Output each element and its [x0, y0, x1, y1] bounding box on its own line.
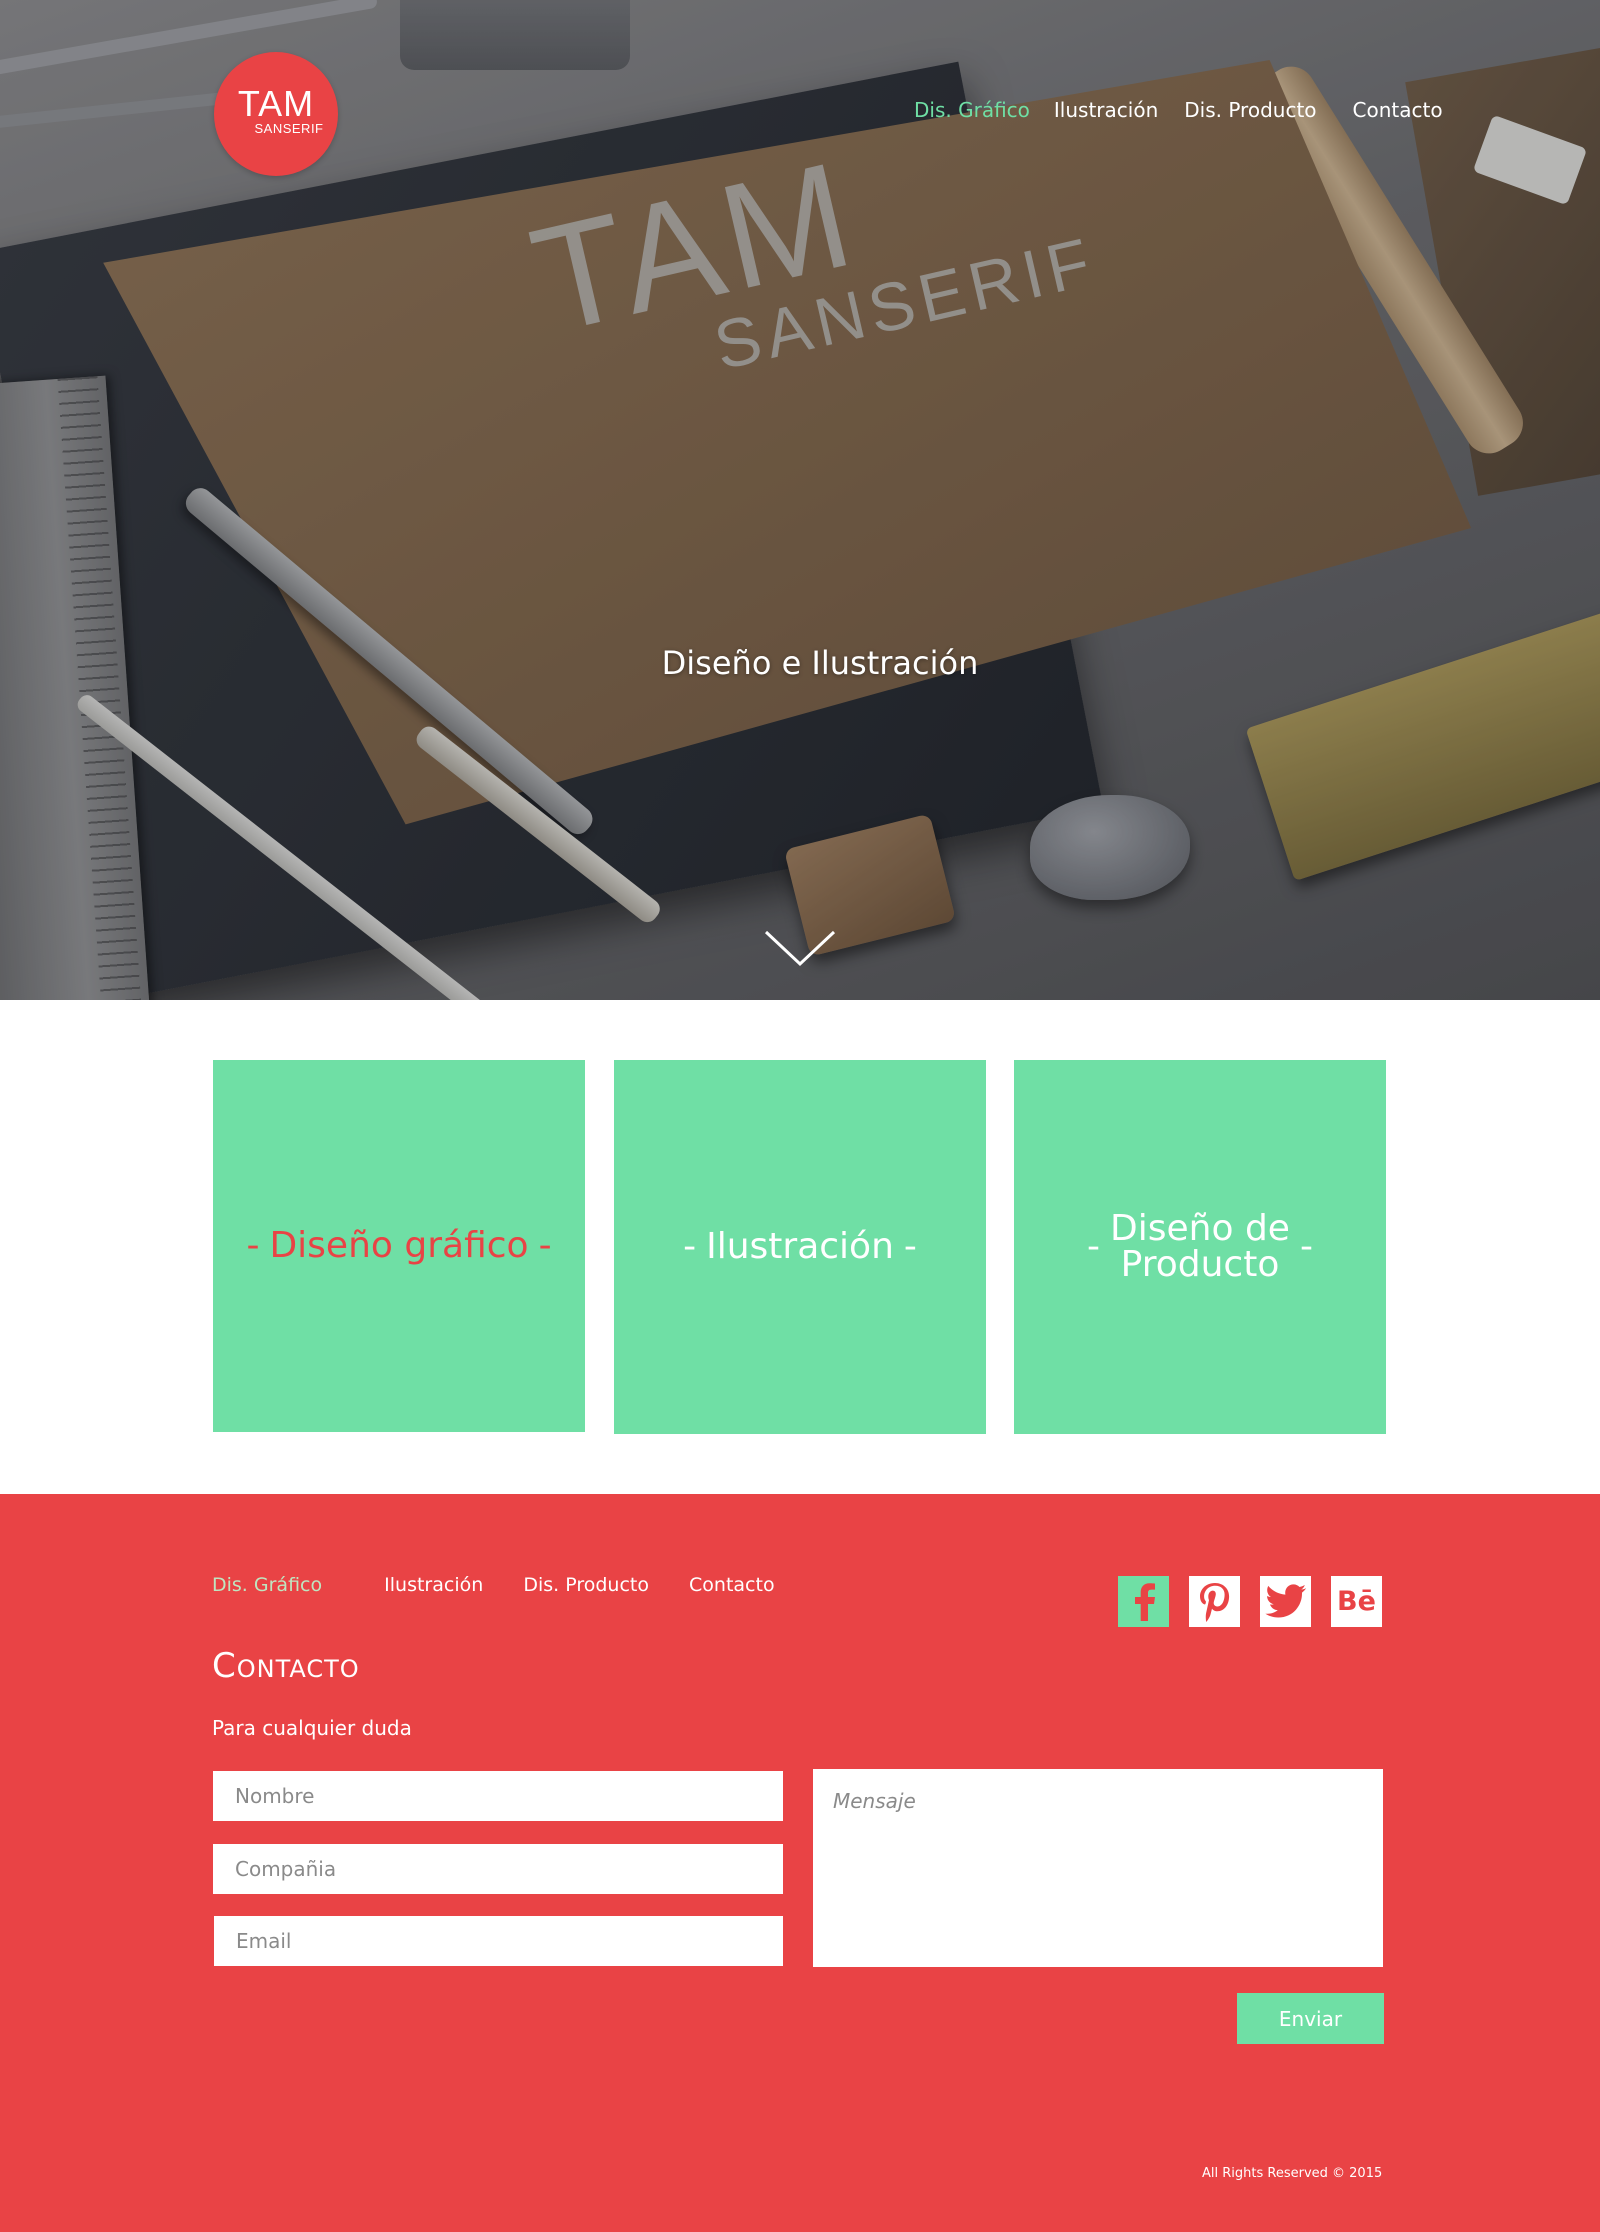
message-field[interactable]	[813, 1769, 1383, 1967]
footer-nav-item-dis-producto[interactable]: Dis. Producto	[523, 1574, 649, 1596]
contact-title: Contacto	[212, 1646, 360, 1686]
nav-item-ilustracion[interactable]: Ilustración	[1054, 98, 1158, 122]
card-label: Diseño gráfico	[269, 1225, 529, 1266]
card-label-line1: Diseño de	[1110, 1208, 1290, 1249]
categories-section: - Diseño gráfico - - Ilustración - - Dis…	[0, 1000, 1600, 1495]
category-card-diseno-producto[interactable]: - Diseño de Producto -	[1014, 1060, 1386, 1434]
logo-subtitle: SANSERIF	[254, 121, 324, 136]
card-label: Diseño de Producto	[1110, 1211, 1290, 1283]
pinterest-icon[interactable]	[1189, 1576, 1240, 1627]
send-button[interactable]: Enviar	[1237, 1993, 1384, 2044]
chevron-down-icon[interactable]	[764, 928, 836, 968]
nav-item-contacto[interactable]: Contacto	[1353, 98, 1443, 122]
nav-item-dis-grafico[interactable]: Dis. Gráfico	[914, 98, 1030, 122]
logo[interactable]: TAM SANSERIF	[214, 52, 338, 176]
behance-icon[interactable]: Bē	[1331, 1576, 1382, 1627]
category-card-diseno-grafico[interactable]: - Diseño gráfico -	[213, 1060, 585, 1432]
footer-nav: Dis. Gráfico Ilustración Dis. Producto C…	[212, 1574, 775, 1596]
contact-subtitle: Para cualquier duda	[212, 1716, 412, 1740]
card-dash-right: -	[903, 1226, 917, 1267]
social-links: Bē	[1118, 1576, 1382, 1627]
category-card-ilustracion[interactable]: - Ilustración -	[614, 1060, 986, 1434]
company-field[interactable]	[213, 1844, 783, 1894]
facebook-icon[interactable]	[1118, 1576, 1169, 1627]
card-dash-right: -	[538, 1225, 552, 1266]
logo-title: TAM	[237, 83, 315, 124]
hero-banner: TAM SANSERIF TAM SANSERIF Dis. Gráfico I…	[0, 0, 1600, 1000]
hero-tagline: Diseño e Ilustración	[661, 644, 979, 682]
card-dash-left: -	[1087, 1226, 1101, 1267]
footer: Dis. Gráfico Ilustración Dis. Producto C…	[0, 1494, 1600, 2232]
footer-nav-item-ilustracion[interactable]: Ilustración	[384, 1574, 483, 1596]
card-dash-left: -	[683, 1226, 697, 1267]
card-label: Ilustración	[706, 1226, 894, 1267]
email-field[interactable]	[214, 1916, 783, 1966]
nav-item-dis-producto[interactable]: Dis. Producto	[1184, 98, 1316, 122]
footer-nav-item-dis-grafico[interactable]: Dis. Gráfico	[212, 1574, 322, 1596]
card-dash-left: -	[246, 1225, 260, 1266]
footer-nav-item-contacto[interactable]: Contacto	[689, 1574, 775, 1596]
copyright-text: All Rights Reserved © 2015	[1202, 2166, 1383, 2181]
main-nav: Dis. Gráfico Ilustración Dis. Producto C…	[914, 98, 1443, 122]
name-field[interactable]	[213, 1771, 783, 1821]
card-dash-right: -	[1299, 1226, 1313, 1267]
card-label-line2: Producto	[1120, 1244, 1280, 1285]
behance-label: Bē	[1337, 1586, 1376, 1617]
twitter-icon[interactable]	[1260, 1576, 1311, 1627]
